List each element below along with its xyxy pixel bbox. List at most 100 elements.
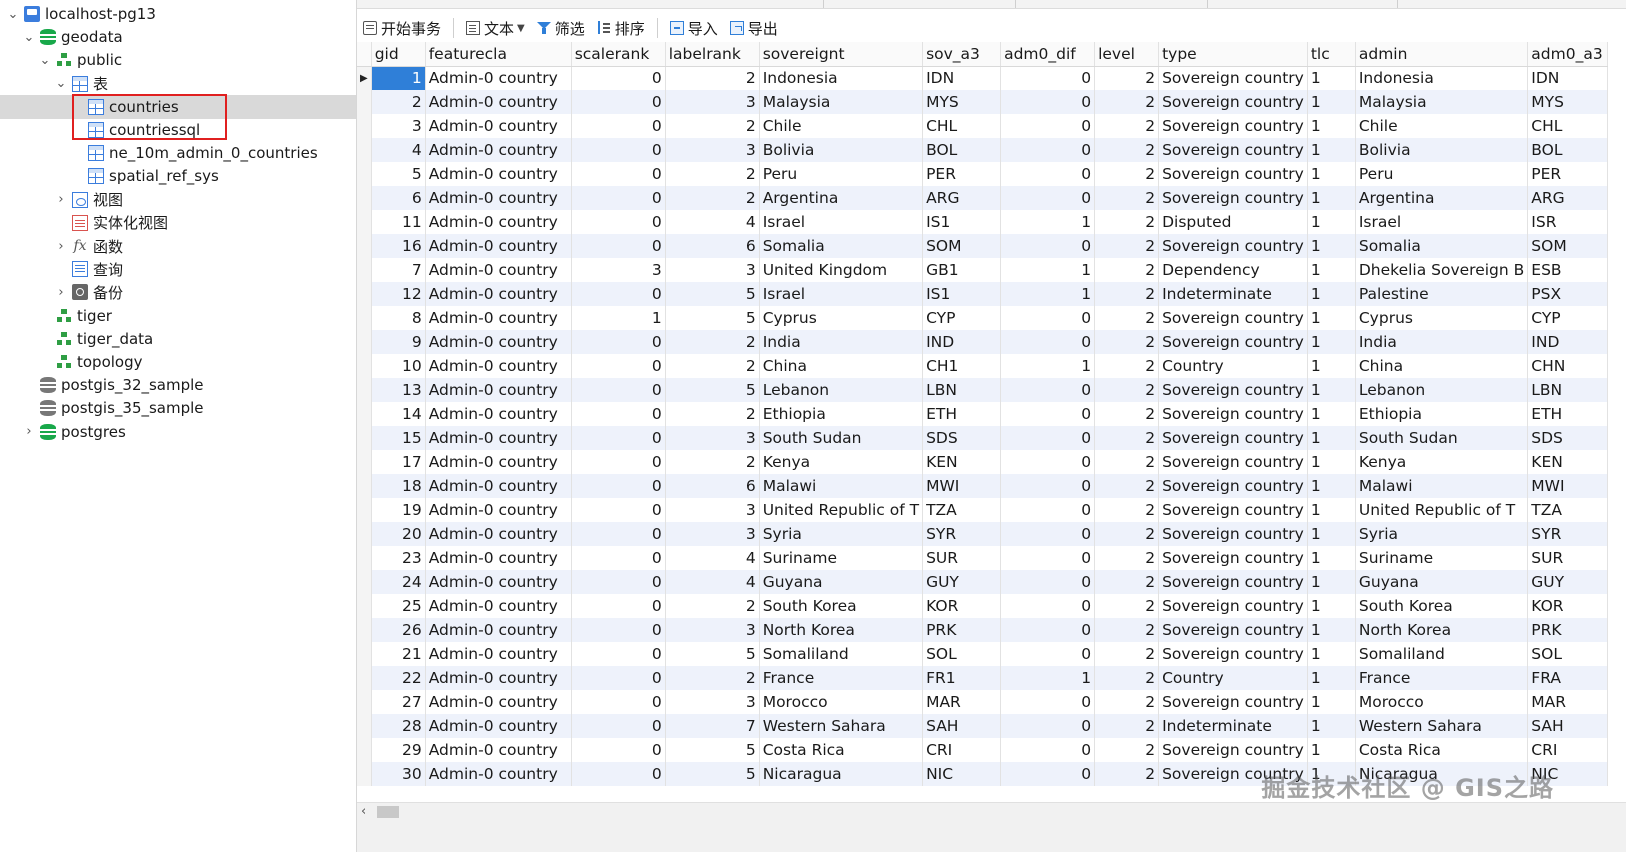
horizontal-scrollbar[interactable]: ‹ — [357, 802, 1626, 821]
cell-scalerank[interactable]: 0 — [571, 66, 666, 90]
cell-gid[interactable]: 21 — [371, 642, 426, 666]
cell-adm0-dif[interactable]: 0 — [1000, 402, 1096, 426]
cell-type[interactable]: Sovereign country — [1158, 138, 1308, 162]
cell-tlc[interactable]: 1 — [1307, 594, 1356, 618]
cell-sov-a3[interactable]: FR1 — [922, 666, 1002, 690]
cell-type[interactable]: Sovereign country — [1158, 546, 1308, 570]
table-row[interactable]: 9 Admin-0 country 0 2 India IND 0 2 Sovereign co… — [357, 330, 1609, 354]
cell-admin[interactable]: Palestine — [1355, 282, 1529, 306]
current-row-indicator-icon[interactable]: ▶ — [357, 66, 372, 90]
data-grid[interactable]: gid featurecla scalerank labelrank sovereign… — [357, 42, 1626, 802]
cell-sovereignt[interactable]: Somalia — [759, 234, 924, 258]
cell-scalerank[interactable]: 0 — [571, 354, 666, 378]
cell-level[interactable]: 2 — [1094, 138, 1160, 162]
tree-item-postgis-32-sample[interactable]: postgis_32_sample — [0, 373, 356, 397]
cell-tlc[interactable]: 1 — [1307, 234, 1356, 258]
cell-gid[interactable]: 30 — [371, 762, 426, 786]
cell-featurecla[interactable]: Admin-0 country — [425, 546, 572, 570]
cell-level[interactable]: 2 — [1094, 402, 1160, 426]
cell-admin[interactable]: South Korea — [1355, 594, 1529, 618]
cell-adm0-dif[interactable]: 0 — [1000, 162, 1096, 186]
cell-sovereignt[interactable]: Somaliland — [759, 642, 924, 666]
cell-tlc[interactable]: 1 — [1307, 66, 1356, 90]
cell-adm0-dif[interactable]: 1 — [1000, 210, 1096, 234]
cell-level[interactable]: 2 — [1094, 474, 1160, 498]
cell-scalerank[interactable]: 0 — [571, 90, 666, 114]
cell-tlc[interactable]: 1 — [1307, 570, 1356, 594]
cell-sov-a3[interactable]: IS1 — [922, 210, 1002, 234]
cell-type[interactable]: Sovereign country — [1158, 498, 1308, 522]
cell-adm0-dif[interactable]: 0 — [1000, 426, 1096, 450]
cell-featurecla[interactable]: Admin-0 country — [425, 570, 572, 594]
cell-adm0-a3[interactable]: PER — [1527, 162, 1609, 186]
column-header-type[interactable]: type — [1158, 42, 1308, 67]
chevron-down-icon[interactable]: ⌄ — [38, 53, 52, 68]
cell-gid[interactable]: 10 — [371, 354, 426, 378]
cell-type[interactable]: Sovereign country — [1158, 690, 1308, 714]
cell-scalerank[interactable]: 0 — [571, 498, 666, 522]
cell-labelrank[interactable]: 5 — [665, 378, 760, 402]
cell-adm0-dif[interactable]: 0 — [1000, 378, 1096, 402]
cell-scalerank[interactable]: 0 — [571, 690, 666, 714]
cell-scalerank[interactable]: 0 — [571, 402, 666, 426]
row-selector[interactable] — [357, 114, 372, 138]
cell-scalerank[interactable]: 0 — [571, 210, 666, 234]
table-row[interactable]: 24 Admin-0 country 0 4 Guyana GUY 0 2 Sovereign … — [357, 570, 1609, 594]
cell-gid[interactable]: 28 — [371, 714, 426, 738]
cell-type[interactable]: Sovereign country — [1158, 114, 1308, 138]
cell-scalerank[interactable]: 0 — [571, 666, 666, 690]
cell-tlc[interactable]: 1 — [1307, 402, 1356, 426]
chevron-down-icon[interactable]: ⌄ — [22, 30, 36, 45]
cell-adm0-dif[interactable]: 0 — [1000, 474, 1096, 498]
chevron-right-icon[interactable]: › — [54, 239, 68, 254]
cell-admin[interactable]: Argentina — [1355, 186, 1529, 210]
cell-adm0-a3[interactable]: MWI — [1527, 474, 1609, 498]
table-row[interactable]: 22 Admin-0 country 0 2 France FR1 1 2 Country 1 Fr… — [357, 666, 1609, 690]
chevron-right-icon[interactable]: › — [54, 285, 68, 300]
column-header-adm0-a3[interactable]: adm0_a3 — [1527, 42, 1609, 67]
table-row[interactable]: 23 Admin-0 country 0 4 Suriname SUR 0 2 Sovereig… — [357, 546, 1609, 570]
row-selector[interactable] — [357, 450, 372, 474]
cell-adm0-a3[interactable]: GUY — [1527, 570, 1609, 594]
cell-sovereignt[interactable]: Lebanon — [759, 378, 924, 402]
cell-sov-a3[interactable]: IDN — [922, 66, 1002, 90]
row-selector[interactable] — [357, 210, 372, 234]
cell-gid[interactable]: 2 — [371, 90, 426, 114]
cell-tlc[interactable]: 1 — [1307, 714, 1356, 738]
tree-item-countries[interactable]: countries — [0, 94, 356, 119]
cell-admin[interactable]: Malaysia — [1355, 90, 1529, 114]
cell-level[interactable]: 2 — [1094, 258, 1160, 282]
cell-adm0-dif[interactable]: 0 — [1000, 66, 1096, 90]
cell-sovereignt[interactable]: South Sudan — [759, 426, 924, 450]
cell-adm0-dif[interactable]: 0 — [1000, 522, 1096, 546]
cell-gid[interactable]: 24 — [371, 570, 426, 594]
row-selector[interactable] — [357, 474, 372, 498]
cell-labelrank[interactable]: 2 — [665, 594, 760, 618]
cell-level[interactable]: 2 — [1094, 114, 1160, 138]
cell-admin[interactable]: India — [1355, 330, 1529, 354]
cell-featurecla[interactable]: Admin-0 country — [425, 330, 572, 354]
cell-admin[interactable]: Malawi — [1355, 474, 1529, 498]
cell-labelrank[interactable]: 5 — [665, 762, 760, 786]
cell-sov-a3[interactable]: LBN — [922, 378, 1002, 402]
cell-featurecla[interactable]: Admin-0 country — [425, 186, 572, 210]
cell-adm0-a3[interactable]: IDN — [1527, 66, 1609, 90]
cell-adm0-a3[interactable]: CHL — [1527, 114, 1609, 138]
cell-adm0-a3[interactable]: ESB — [1527, 258, 1609, 282]
table-row[interactable]: 28 Admin-0 country 0 7 Western Sahara SAH 0 2 In… — [357, 714, 1609, 738]
cell-sov-a3[interactable]: SOL — [922, 642, 1002, 666]
column-header-featurecla[interactable]: featurecla — [425, 42, 572, 67]
cell-level[interactable]: 2 — [1094, 162, 1160, 186]
cell-type[interactable]: Sovereign country — [1158, 570, 1308, 594]
cell-gid[interactable]: 12 — [371, 282, 426, 306]
cell-tlc[interactable]: 1 — [1307, 90, 1356, 114]
cell-adm0-dif[interactable]: 0 — [1000, 594, 1096, 618]
cell-labelrank[interactable]: 4 — [665, 210, 760, 234]
cell-scalerank[interactable]: 0 — [571, 522, 666, 546]
tree-item-[interactable]: › 视图 — [0, 188, 356, 212]
cell-sov-a3[interactable]: CYP — [922, 306, 1002, 330]
cell-sov-a3[interactable]: IS1 — [922, 282, 1002, 306]
table-row[interactable]: 2 Admin-0 country 0 3 Malaysia MYS 0 2 Sovereign… — [357, 90, 1609, 114]
export-button[interactable]: 导出 — [724, 15, 784, 41]
cell-level[interactable]: 2 — [1094, 426, 1160, 450]
